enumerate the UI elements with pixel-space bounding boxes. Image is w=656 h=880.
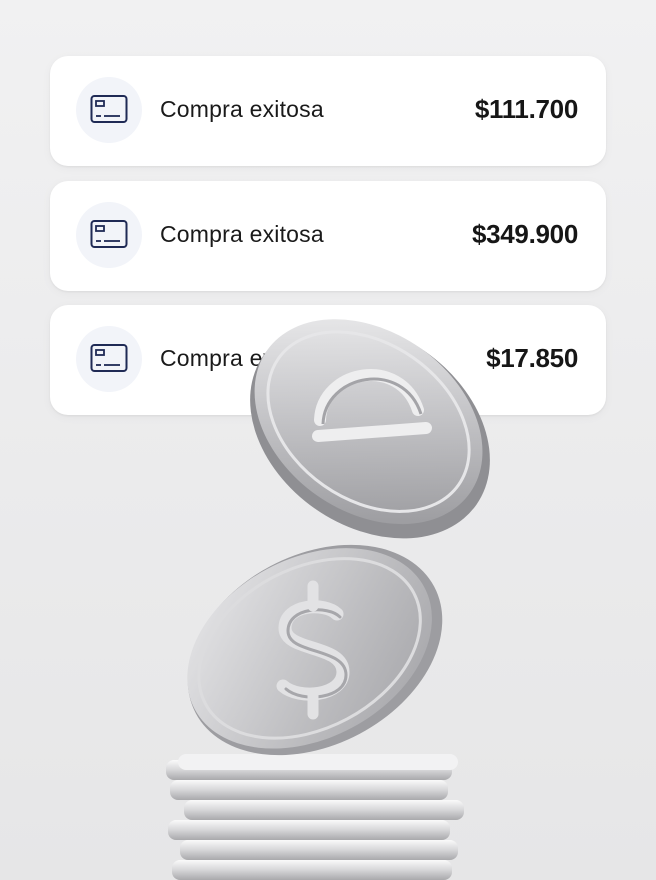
- coin-stack: [166, 754, 464, 880]
- transaction-card[interactable]: Compra exitosa $111.700: [50, 56, 606, 166]
- dollar-coin: [187, 544, 443, 756]
- credit-card-icon: [90, 95, 128, 123]
- transaction-card[interactable]: Compra exitosa $349.900: [50, 181, 606, 291]
- coins-illustration: [166, 319, 490, 880]
- tilted-coin: [250, 319, 490, 539]
- transaction-amount: $349.900: [471, 219, 578, 249]
- credit-card-icon: [90, 344, 128, 372]
- credit-card-icon: [90, 220, 128, 248]
- card-icon-badge: [76, 202, 142, 268]
- transaction-label: Compra exitosa: [160, 221, 324, 247]
- card-icon-badge: [76, 77, 142, 143]
- transaction-label: Compra exitosa: [160, 96, 324, 122]
- card-icon-badge: [76, 326, 142, 392]
- transaction-amount: $111.700: [474, 94, 578, 124]
